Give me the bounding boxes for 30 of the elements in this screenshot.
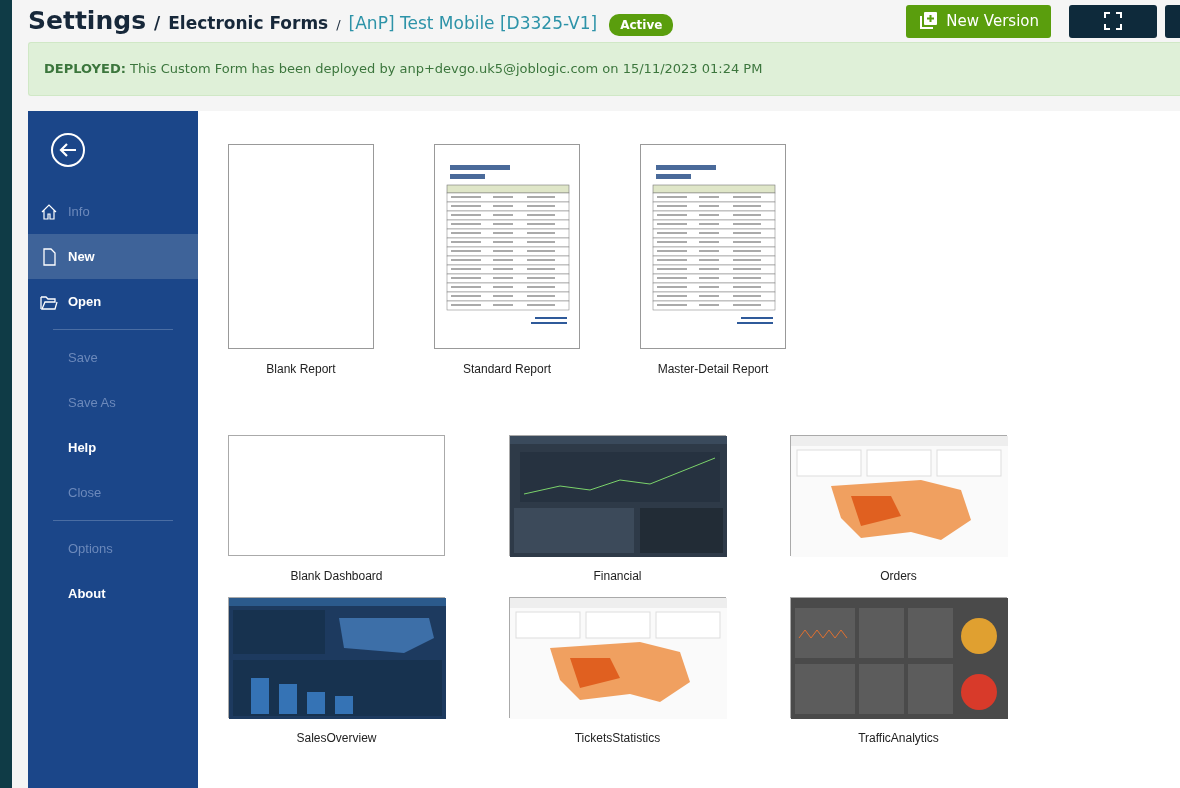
back-button[interactable]	[50, 132, 86, 168]
fullscreen-button[interactable]	[1069, 4, 1157, 38]
fullscreen-icon	[1104, 12, 1122, 30]
sidebar-item[interactable]: Open	[28, 279, 198, 324]
sidebar-item[interactable]: Help	[28, 425, 198, 470]
dashboard-label: SalesOverview	[296, 730, 377, 747]
template-label: Blank Report	[266, 361, 336, 378]
file-icon	[40, 247, 58, 266]
template-label: Master-Detail Report	[657, 361, 769, 378]
breadcrumb-link[interactable]: [AnP] Test Mobile [D3325-V1]	[348, 11, 598, 37]
status-badge: Active	[609, 14, 674, 37]
sidebar-item[interactable]: New	[28, 234, 198, 279]
new-version-button[interactable]: New Version	[906, 4, 1051, 38]
dashboard-label: TicketsStatistics	[574, 730, 661, 747]
breadcrumb-separator: /	[154, 12, 161, 36]
home-icon	[40, 202, 58, 221]
deploy-message: DEPLOYED: This Custom Form has been deployed by anp+devgo.uk5@joblogic.com on 15/11/2023 01:24 PM	[44, 60, 763, 79]
dashboard-label: Blank Dashboard	[290, 568, 383, 585]
template-thumbnail[interactable]	[228, 144, 374, 349]
sidebar-item[interactable]: About	[28, 571, 198, 616]
dashboard-label: Orders	[880, 568, 917, 585]
template-label: Standard Report	[462, 361, 552, 378]
dashboard-thumbnail[interactable]	[228, 435, 445, 556]
header-button[interactable]	[1165, 4, 1180, 38]
breadcrumb-item: Electronic Forms	[168, 12, 329, 36]
add-stack-icon	[918, 11, 939, 31]
dashboard-label: TrafficAnalytics	[858, 730, 939, 747]
breadcrumb-separator: /	[336, 16, 341, 35]
dashboard-label: Financial	[593, 568, 642, 585]
page-title: Settings	[28, 5, 146, 38]
